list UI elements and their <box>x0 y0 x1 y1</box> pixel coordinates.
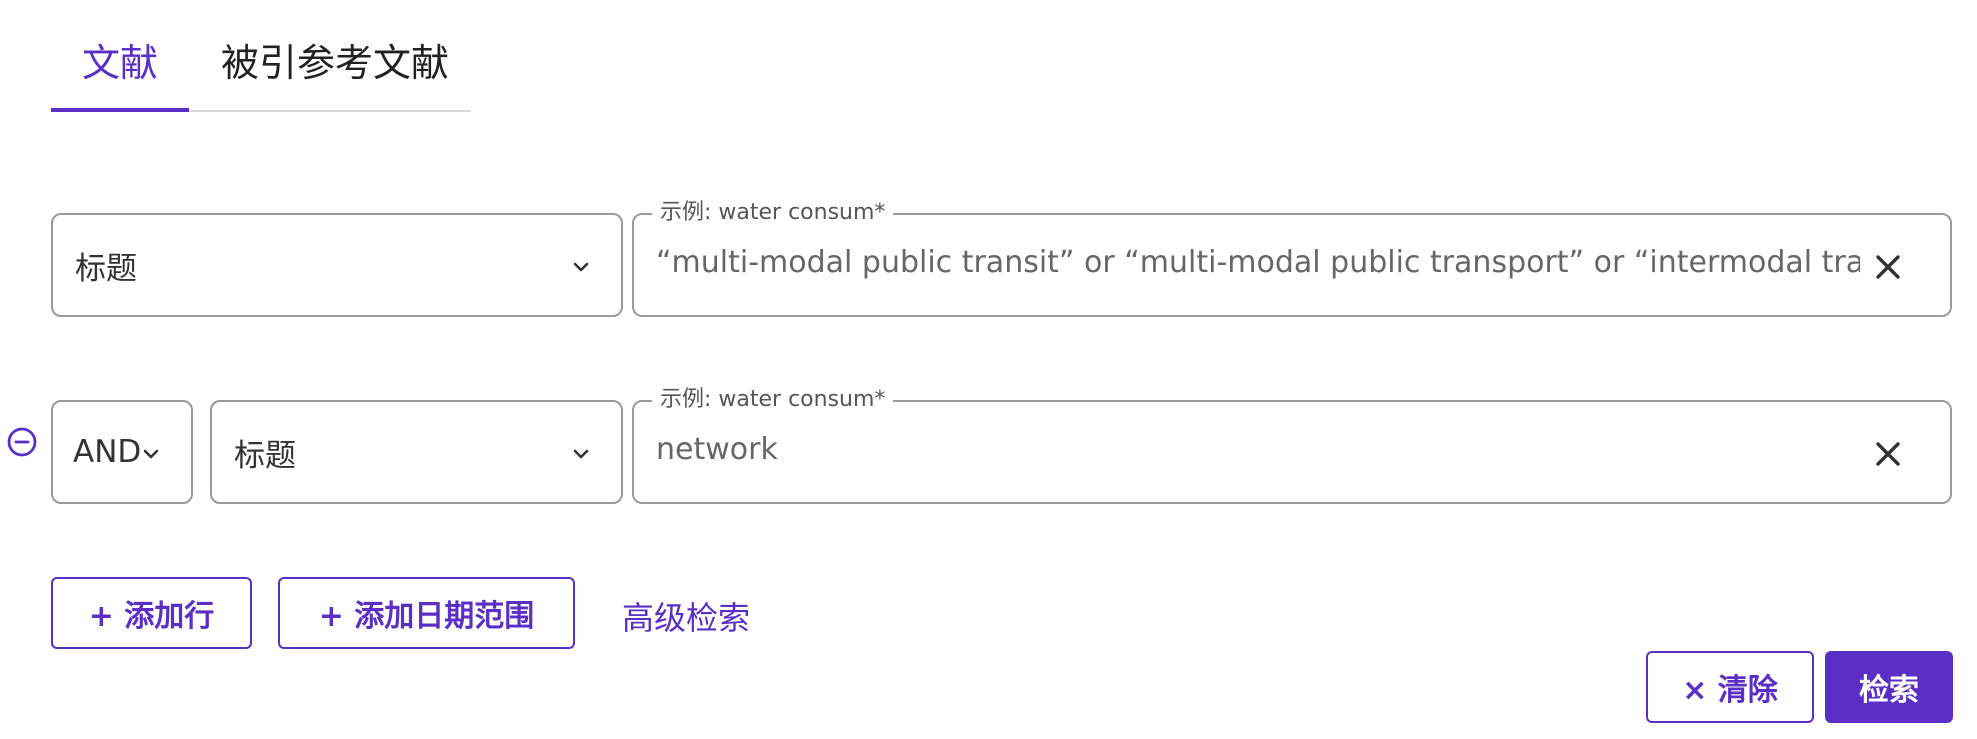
operator-label: AND <box>73 434 142 470</box>
search-input-row1[interactable]: 示例: water consum* “multi-modal public tr… <box>632 199 1952 317</box>
field-select-row2[interactable]: 标题 <box>210 400 623 504</box>
chevron-down-icon <box>571 444 591 464</box>
close-icon[interactable] <box>1872 251 1904 283</box>
minus-circle-icon[interactable] <box>6 426 38 458</box>
field-select-row1[interactable]: 标题 <box>51 213 623 317</box>
search-input-row2[interactable]: 示例: water consum* network <box>632 386 1952 504</box>
field-select-label: 标题 <box>75 250 137 287</box>
search-input-value[interactable]: network <box>656 432 1860 467</box>
clear-button[interactable]: × 清除 <box>1646 651 1814 723</box>
search-button[interactable]: 检索 <box>1825 651 1953 723</box>
chevron-down-icon <box>571 257 591 277</box>
search-panel: 文献 被引参考文献 标题 示例: water consum* “multi-mo… <box>0 0 1977 739</box>
add-row-button[interactable]: + 添加行 <box>51 577 252 649</box>
input-legend: 示例: water consum* <box>652 386 894 414</box>
tab-cited-references[interactable]: 被引参考文献 <box>221 32 449 112</box>
tab-bar: 文献 被引参考文献 <box>51 0 471 112</box>
input-legend: 示例: water consum* <box>652 199 894 227</box>
tab-documents[interactable]: 文献 <box>51 32 189 112</box>
add-date-range-button[interactable]: + 添加日期范围 <box>278 577 575 649</box>
close-icon[interactable] <box>1872 438 1904 470</box>
chevron-down-icon <box>141 444 161 464</box>
search-input-value[interactable]: “multi-modal public transit” or “multi-m… <box>656 245 1860 280</box>
advanced-search-link[interactable]: 高级检索 <box>622 593 750 639</box>
operator-select[interactable]: AND <box>51 400 193 504</box>
field-select-label: 标题 <box>234 437 296 474</box>
